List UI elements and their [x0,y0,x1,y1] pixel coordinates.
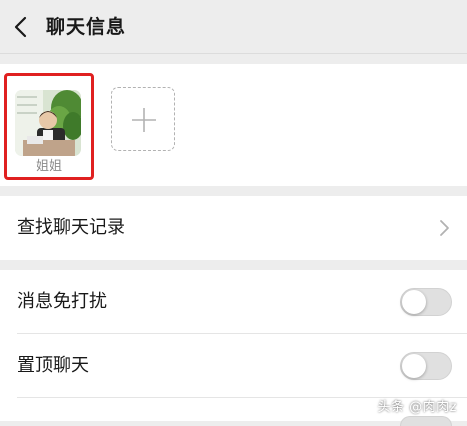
page-title: 聊天信息 [46,16,127,38]
toggle-knob [402,354,426,378]
title-bar: 聊天信息 [0,0,467,54]
search-chat-history-label: 查找聊天记录 [17,217,125,238]
plus-icon [132,108,156,132]
back-button[interactable] [10,14,34,40]
chevron-right-icon [440,220,449,236]
search-chat-history-row[interactable]: 查找聊天记录 [0,196,467,260]
avatar [15,90,81,156]
member-avatar-item[interactable]: 姐姐 [4,73,94,180]
next-row-toggle[interactable] [400,416,452,426]
chevron-left-icon [14,16,27,38]
mute-notifications-label: 消息免打扰 [17,291,107,312]
mute-notifications-toggle[interactable] [400,288,452,316]
watermark: 头条 @肉肉z [377,400,457,415]
member-name: 姐姐 [35,159,62,174]
divider [17,333,467,334]
pin-chat-label: 置顶聊天 [17,355,89,376]
add-member-button[interactable] [111,87,175,151]
toggle-knob [402,290,426,314]
member-grid: 姐姐 [0,64,467,186]
pin-chat-toggle[interactable] [400,352,452,380]
